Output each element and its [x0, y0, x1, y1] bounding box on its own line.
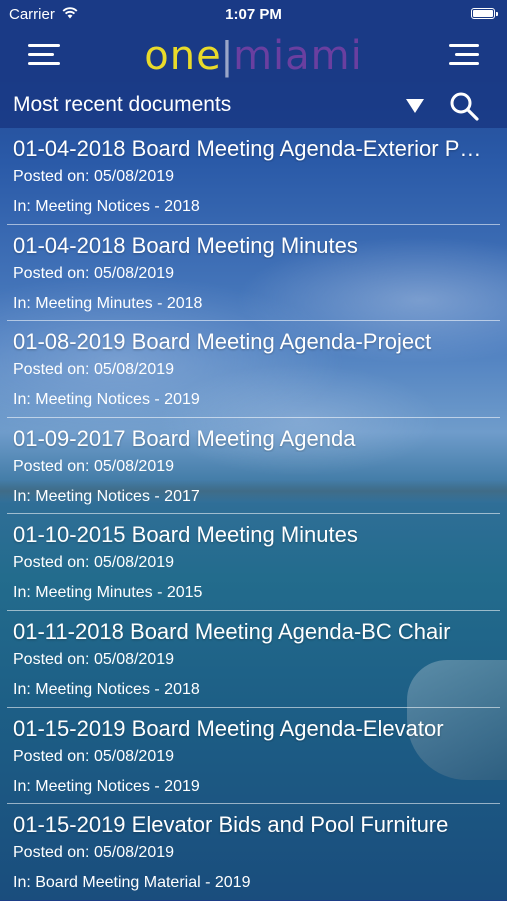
document-folder: In: Meeting Notices - 2018: [13, 198, 200, 215]
triangle-down-icon[interactable]: [406, 99, 424, 113]
document-posted-date: Posted on: 05/08/2019: [13, 554, 175, 572]
document-folder: In: Meeting Minutes - 2015: [13, 584, 203, 602]
list-item[interactable]: 01-15-2019 Elevator Bids and Pool Furnit…: [7, 804, 500, 901]
document-posted-date: Posted on: 05/08/2019: [13, 650, 175, 668]
document-folder: In: Meeting Notices - 2019: [13, 777, 200, 795]
document-list: 01-04-2018 Board Meeting Agenda-Exterior…: [0, 128, 507, 901]
filter-bar: Most recent documents: [0, 82, 507, 128]
logo-miami-text: miami: [233, 33, 363, 79]
document-posted-date: Posted on: 05/08/2019: [13, 168, 175, 185]
list-item[interactable]: 01-11-2018 Board Meeting Agenda-BC Chair…: [7, 611, 500, 708]
search-icon[interactable]: [448, 90, 480, 122]
list-icon[interactable]: [449, 44, 479, 66]
document-posted-date: Posted on: 05/08/2019: [13, 264, 175, 282]
status-bar: Carrier 1:07 PM: [0, 0, 507, 28]
document-title: 01-15-2019 Board Meeting Agenda-Elevator: [13, 715, 444, 741]
document-title: 01-09-2017 Board Meeting Agenda: [13, 425, 356, 451]
document-title: 01-04-2018 Board Meeting Agenda-Exterior…: [13, 136, 493, 161]
document-posted-date: Posted on: 05/08/2019: [13, 361, 175, 379]
document-folder: In: Meeting Notices - 2019: [13, 391, 200, 409]
document-folder: In: Meeting Minutes - 2018: [13, 294, 203, 312]
document-title: 01-11-2018 Board Meeting Agenda-BC Chair: [13, 618, 451, 644]
list-item[interactable]: 01-04-2018 Board Meeting Agenda-Exterior…: [7, 128, 500, 225]
document-posted-date: Posted on: 05/08/2019: [13, 747, 175, 765]
one-miami-logo: one|miami: [0, 36, 507, 76]
list-item[interactable]: 01-04-2018 Board Meeting Minutes Posted …: [7, 225, 500, 322]
document-posted-date: Posted on: 05/08/2019: [13, 844, 175, 862]
list-item[interactable]: 01-15-2019 Board Meeting Agenda-Elevator…: [7, 708, 500, 805]
list-item[interactable]: 01-09-2017 Board Meeting Agenda Posted o…: [7, 418, 500, 515]
battery-icon: [471, 8, 498, 19]
logo-separator: |: [221, 34, 234, 78]
document-title: 01-10-2015 Board Meeting Minutes: [13, 522, 358, 548]
document-title: 01-15-2019 Elevator Bids and Pool Furnit…: [13, 812, 449, 838]
filter-title: Most recent documents: [13, 93, 232, 116]
list-item[interactable]: 01-10-2015 Board Meeting Minutes Posted …: [7, 514, 500, 611]
document-folder: In: Meeting Notices - 2017: [13, 487, 200, 505]
logo-one-text: one: [144, 33, 222, 79]
list-item[interactable]: 01-08-2019 Board Meeting Agenda-Project …: [7, 321, 500, 418]
document-folder: In: Board Meeting Material - 2019: [13, 874, 251, 892]
app-header: one|miami: [0, 28, 507, 82]
document-folder: In: Meeting Notices - 2018: [13, 680, 200, 698]
document-posted-date: Posted on: 05/08/2019: [13, 457, 175, 475]
status-time: 1:07 PM: [225, 6, 282, 23]
document-title: 01-08-2019 Board Meeting Agenda-Project: [13, 329, 432, 355]
document-title: 01-04-2018 Board Meeting Minutes: [13, 232, 358, 258]
